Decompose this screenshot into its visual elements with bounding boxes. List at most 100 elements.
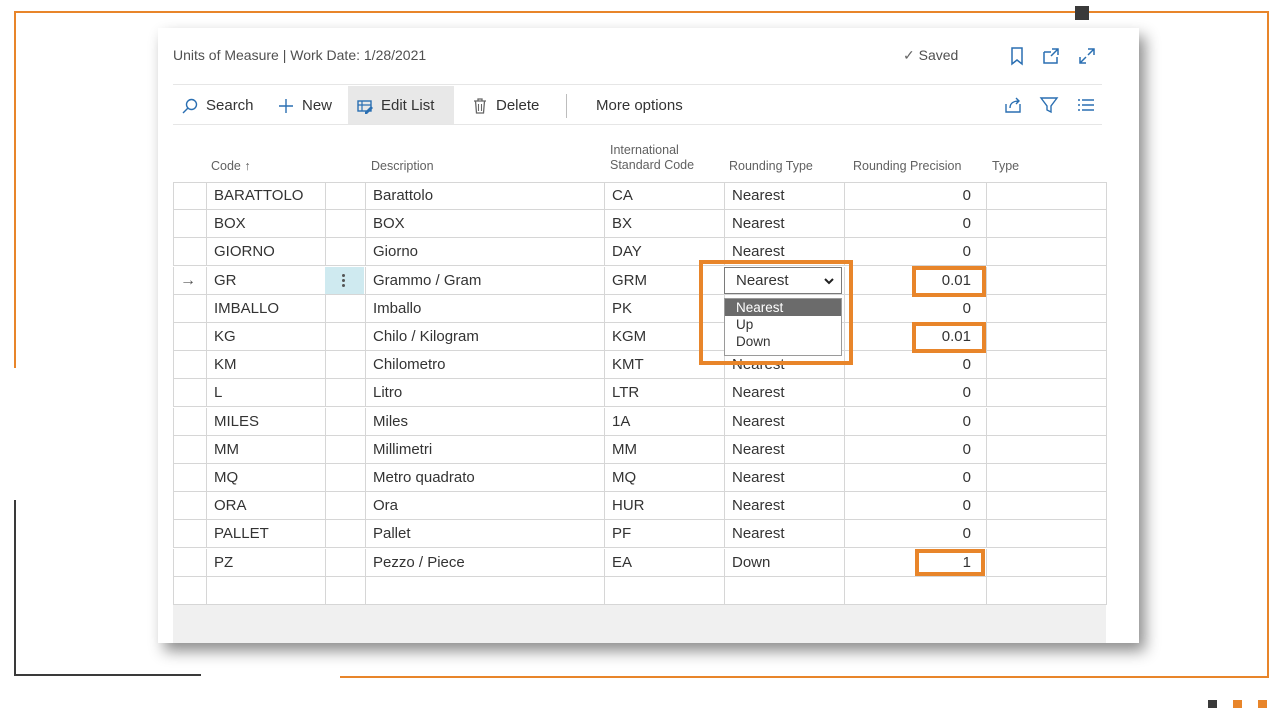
expand-icon[interactable] bbox=[1076, 45, 1098, 67]
code-cell[interactable]: PZ bbox=[206, 548, 326, 577]
code-cell[interactable]: MQ bbox=[206, 464, 326, 492]
isc-cell[interactable]: LTR bbox=[604, 379, 725, 408]
rounding-type-cell[interactable]: Down bbox=[724, 548, 845, 577]
rounding-type-cell[interactable]: Nearest bbox=[724, 435, 845, 464]
check-icon: ✓ bbox=[903, 47, 915, 63]
rounding-precision-cell[interactable]: 0 bbox=[844, 182, 987, 210]
code-cell[interactable]: GIORNO bbox=[206, 238, 326, 267]
rounding-precision-cell[interactable]: 0 bbox=[844, 379, 987, 408]
rounding-type-cell[interactable]: Nearest bbox=[724, 464, 845, 492]
row-actions-menu[interactable] bbox=[325, 267, 364, 294]
rounding-precision-cell[interactable]: 0 bbox=[844, 238, 987, 267]
isc-cell[interactable]: HUR bbox=[604, 492, 725, 521]
code-cell[interactable] bbox=[206, 576, 326, 605]
code-cell[interactable]: MM bbox=[206, 435, 326, 464]
isc-cell[interactable]: MQ bbox=[604, 464, 725, 492]
table-row[interactable]: KM Chilometro KMT Nearest 0 bbox=[173, 351, 1106, 380]
header-description[interactable]: Description bbox=[371, 159, 434, 174]
description-cell[interactable]: Chilometro bbox=[365, 351, 605, 380]
list-view-icon[interactable] bbox=[1075, 94, 1097, 116]
isc-cell[interactable]: BX bbox=[604, 210, 725, 239]
delete-button[interactable]: Delete bbox=[463, 86, 547, 125]
table-row[interactable]: IMBALLOImballoPKNearest0 bbox=[173, 294, 1106, 323]
new-button[interactable]: New bbox=[269, 86, 340, 125]
description-cell[interactable]: Ora bbox=[365, 492, 605, 521]
rounding-type-cell[interactable]: Nearest bbox=[724, 182, 845, 210]
table-row[interactable]: L Litro LTR Nearest 0 bbox=[173, 379, 1106, 408]
rounding-type-cell[interactable]: Nearest bbox=[724, 492, 845, 521]
code-cell[interactable]: GR bbox=[206, 266, 326, 295]
code-cell[interactable]: PALLET bbox=[206, 520, 326, 549]
row-indicator-cell bbox=[173, 576, 207, 605]
table-row[interactable]: ORA Ora HUR Nearest 0 bbox=[173, 492, 1106, 521]
table-row[interactable]: MM Millimetri MM Nearest 0 bbox=[173, 435, 1106, 464]
isc-cell[interactable]: CA bbox=[604, 182, 725, 210]
rounding-precision-cell[interactable]: 0 bbox=[844, 210, 987, 239]
table-row[interactable]: MILES Miles 1A Nearest 0 bbox=[173, 407, 1106, 436]
type-cell bbox=[986, 266, 1106, 295]
description-cell[interactable]: Barattolo bbox=[365, 182, 605, 210]
rounding-type-cell[interactable]: Nearest bbox=[724, 210, 845, 239]
table-row[interactable]: PALLET Pallet PF Nearest 0 bbox=[173, 520, 1106, 549]
description-cell[interactable]: Chilo / Kilogram bbox=[365, 323, 605, 351]
header-rounding-type[interactable]: Rounding Type bbox=[729, 159, 813, 174]
description-cell[interactable]: Miles bbox=[365, 407, 605, 436]
header-code[interactable]: Code ↑ bbox=[211, 159, 251, 174]
filter-icon[interactable] bbox=[1038, 94, 1060, 116]
rounding-precision-cell[interactable] bbox=[844, 576, 987, 605]
rounding-precision-cell[interactable]: 0 bbox=[844, 464, 987, 492]
description-cell[interactable] bbox=[365, 576, 605, 605]
isc-cell[interactable]: EA bbox=[604, 548, 725, 577]
description-cell[interactable]: Millimetri bbox=[365, 435, 605, 464]
rounding-type-cell[interactable]: Nearest bbox=[724, 407, 845, 436]
header-international-standard-code[interactable]: International Standard Code bbox=[610, 143, 694, 173]
description-cell[interactable]: Litro bbox=[365, 379, 605, 408]
code-cell[interactable]: L bbox=[206, 379, 326, 408]
code-cell[interactable]: BARATTOLO bbox=[206, 182, 326, 210]
edit-list-button[interactable]: Edit List bbox=[348, 86, 454, 125]
code-cell[interactable]: IMBALLO bbox=[206, 294, 326, 323]
code-cell[interactable]: KG bbox=[206, 323, 326, 351]
table-row[interactable]: BARATTOLO Barattolo CA Nearest 0 bbox=[173, 182, 1106, 210]
bookmark-icon[interactable] bbox=[1006, 45, 1028, 67]
table-row[interactable]: MQ Metro quadrato MQ Nearest 0 bbox=[173, 464, 1106, 492]
more-options-button[interactable]: More options bbox=[588, 86, 691, 125]
description-cell[interactable]: Giorno bbox=[365, 238, 605, 267]
code-cell[interactable]: ORA bbox=[206, 492, 326, 521]
rounding-precision-cell[interactable]: 0 bbox=[844, 294, 987, 323]
rounding-precision-cell[interactable]: 0 bbox=[844, 492, 987, 521]
code-cell[interactable]: KM bbox=[206, 351, 326, 380]
isc-cell[interactable]: MM bbox=[604, 435, 725, 464]
share-icon[interactable] bbox=[1002, 94, 1024, 116]
header-code-label: Code bbox=[211, 159, 241, 173]
rounding-type-cell[interactable] bbox=[724, 576, 845, 605]
table-row[interactable]: BOX BOX BX Nearest 0 bbox=[173, 210, 1106, 239]
frame-line-bottom bbox=[340, 676, 1269, 678]
description-cell[interactable]: Metro quadrato bbox=[365, 464, 605, 492]
rounding-type-cell[interactable]: Nearest bbox=[724, 379, 845, 408]
header-rounding-precision[interactable]: Rounding Precision bbox=[853, 159, 961, 174]
rounding-precision-cell[interactable]: 0 bbox=[844, 435, 987, 464]
description-cell[interactable]: Imballo bbox=[365, 294, 605, 323]
new-blank-row[interactable] bbox=[173, 576, 1106, 605]
code-cell[interactable]: BOX bbox=[206, 210, 326, 239]
isc-cell[interactable] bbox=[604, 576, 725, 605]
actions-cell bbox=[325, 323, 366, 351]
search-button[interactable]: Search bbox=[173, 86, 262, 125]
code-cell[interactable]: MILES bbox=[206, 407, 326, 436]
isc-cell[interactable]: PF bbox=[604, 520, 725, 549]
open-new-window-icon[interactable] bbox=[1040, 45, 1062, 67]
rounding-precision-cell[interactable]: 0 bbox=[844, 351, 987, 380]
table-row[interactable]: GIORNO Giorno DAY Nearest 0 bbox=[173, 238, 1106, 267]
description-cell[interactable]: Pezzo / Piece bbox=[365, 548, 605, 577]
rounding-type-cell[interactable]: Nearest bbox=[724, 520, 845, 549]
rounding-precision-cell[interactable]: 0 bbox=[844, 520, 987, 549]
rounding-precision-cell[interactable]: 0 bbox=[844, 407, 987, 436]
sort-ascending-icon: ↑ bbox=[244, 159, 251, 173]
header-type[interactable]: Type bbox=[992, 159, 1019, 174]
description-cell[interactable]: BOX bbox=[365, 210, 605, 239]
description-cell[interactable]: Pallet bbox=[365, 520, 605, 549]
type-cell bbox=[986, 210, 1106, 239]
description-cell[interactable]: Grammo / Gram bbox=[365, 266, 605, 295]
isc-cell[interactable]: 1A bbox=[604, 407, 725, 436]
